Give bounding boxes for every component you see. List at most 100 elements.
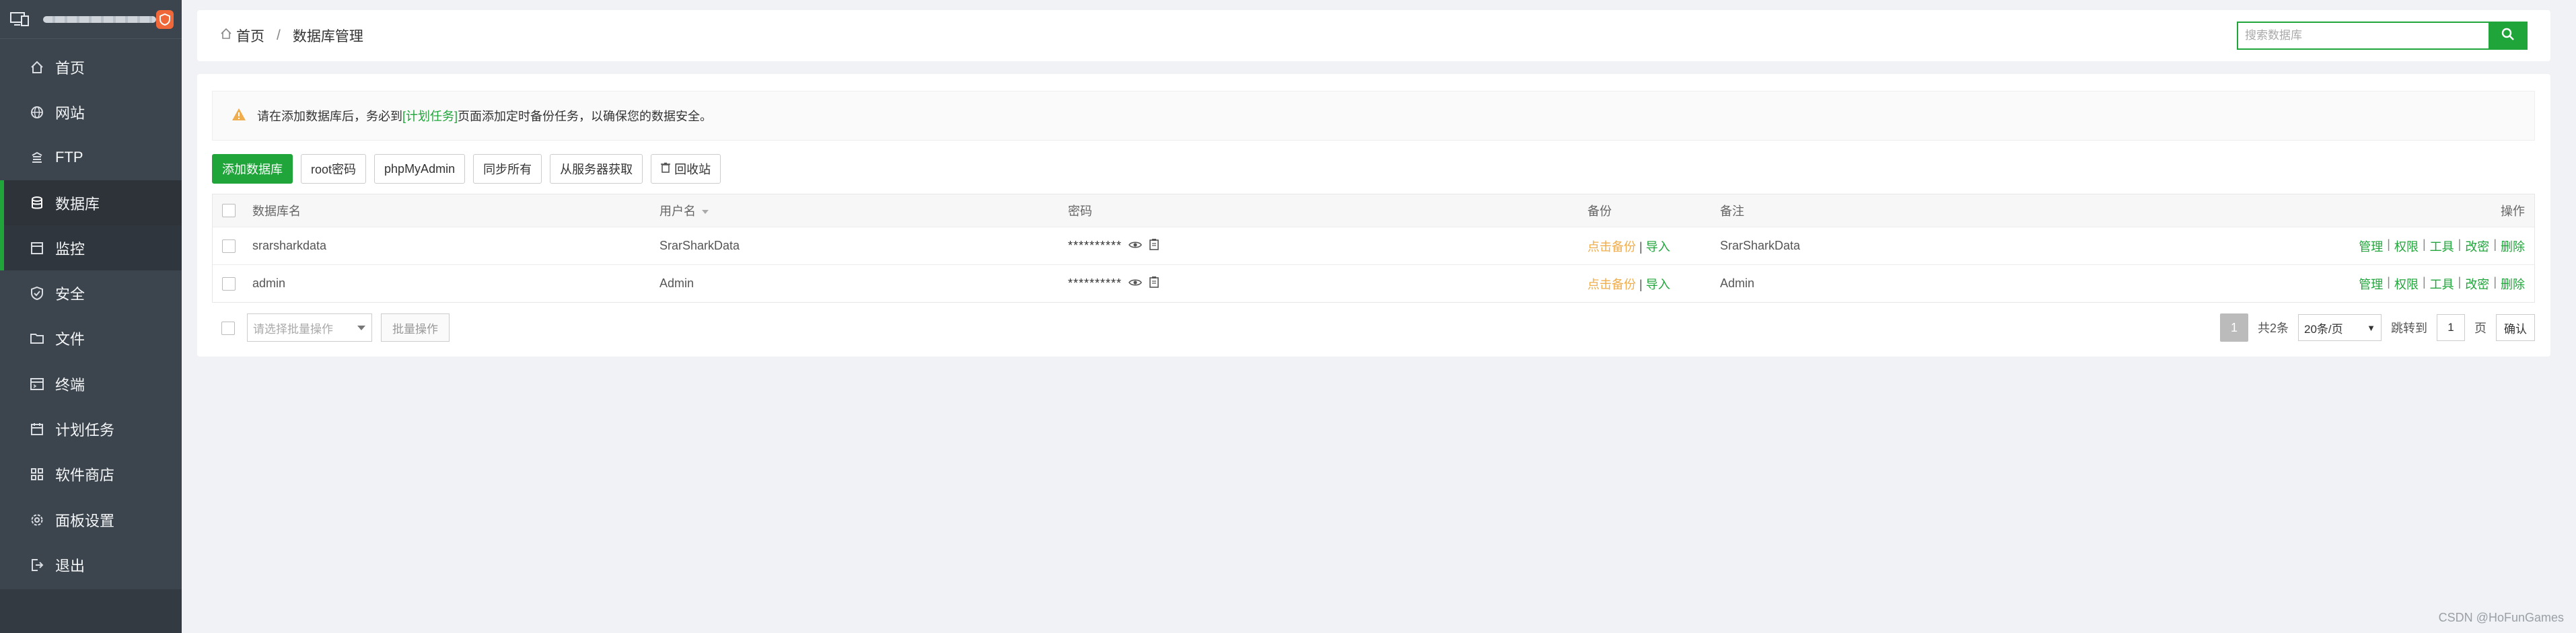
batch-operation-button[interactable]: 批量操作 [381, 313, 450, 342]
eye-icon[interactable] [1129, 239, 1142, 253]
brand-bar [0, 0, 182, 39]
column-header-user-label: 用户名 [659, 204, 696, 218]
sidebar-item-website[interactable]: 网站 [0, 89, 182, 135]
watermark: CSDN @HoFunGames [2438, 611, 2564, 624]
permission-link[interactable]: 权限 [2394, 237, 2419, 255]
password-mask: ********** [1068, 276, 1122, 290]
sync-all-button[interactable]: 同步所有 [473, 154, 542, 184]
ops-separator: | [2422, 237, 2426, 251]
server-icon [8, 7, 31, 32]
home-icon [220, 28, 232, 44]
page-number-current[interactable]: 1 [2219, 313, 2248, 342]
sidebar-item-home[interactable]: 首页 [0, 44, 182, 89]
tools-link[interactable]: 工具 [2430, 237, 2454, 255]
sidebar-item-label: 文件 [55, 331, 85, 348]
database-icon [28, 194, 46, 212]
sidebar-item-security[interactable]: 安全 [0, 270, 182, 315]
row-checkbox[interactable] [222, 276, 236, 291]
notice-cron-link[interactable]: [计划任务] [402, 107, 458, 124]
change-password-link[interactable]: 改密 [2465, 275, 2489, 293]
sidebar-item-label: 数据库 [55, 195, 100, 213]
main-panel: 请在添加数据库后，务必到 [计划任务] 页面添加定时备份任务，以确保您的数据安全… [197, 74, 2550, 357]
sidebar-item-label: 网站 [55, 104, 85, 122]
copy-icon[interactable] [1149, 276, 1159, 291]
globe-icon [28, 104, 46, 121]
password-mask: ********** [1068, 239, 1122, 252]
permission-link[interactable]: 权限 [2394, 275, 2419, 293]
add-database-button[interactable]: 添加数据库 [212, 154, 293, 184]
page-unit: 页 [2474, 322, 2486, 335]
db-note[interactable]: SrarSharkData [1720, 239, 1800, 253]
sidebar-item-database[interactable]: 数据库 [0, 180, 182, 226]
db-note[interactable]: Admin [1720, 276, 1754, 291]
sidebar-item-monitor[interactable]: 监控 [0, 225, 182, 271]
ops-separator: | [2387, 237, 2390, 251]
calendar-icon [28, 420, 46, 438]
notice-text-after: 页面添加定时备份任务，以确保您的数据安全。 [458, 110, 713, 123]
delete-link[interactable]: 删除 [2501, 275, 2525, 293]
backup-cell: 点击备份 | 导入 [1587, 237, 1670, 255]
select-all-checkbox[interactable] [222, 204, 236, 217]
sidebar-item-ftp[interactable]: FTP [0, 135, 182, 180]
import-link[interactable]: 导入 [1646, 240, 1670, 254]
terminal-icon [28, 375, 46, 393]
sidebar-item-files[interactable]: 文件 [0, 316, 182, 361]
phpmyadmin-button[interactable]: phpMyAdmin [374, 154, 466, 184]
shield-icon[interactable] [155, 9, 174, 29]
sidebar-item-terminal[interactable]: 终端 [0, 361, 182, 406]
sidebar-item-store[interactable]: 软件商店 [0, 452, 182, 497]
sidebar-item-label: 计划任务 [55, 422, 115, 439]
breadcrumb-home[interactable]: 首页 [236, 26, 264, 46]
db-name: srarsharkdata [252, 239, 327, 252]
root-password-button[interactable]: root密码 [301, 154, 367, 184]
click-backup-link[interactable]: 点击备份 [1587, 278, 1636, 291]
ops-separator: | [2387, 274, 2390, 289]
breadcrumb-separator: / [277, 28, 281, 43]
column-header-user[interactable]: 用户名 [659, 202, 709, 219]
ops-separator: | [2458, 237, 2462, 251]
delete-link[interactable]: 删除 [2501, 237, 2525, 255]
sidebar-item-logout[interactable]: 退出 [0, 542, 182, 587]
batch-operation-select[interactable]: 请选择批量操作 [247, 313, 372, 342]
db-password: ********** [1068, 238, 1159, 254]
logout-icon [28, 556, 46, 574]
db-user: SrarSharkData [659, 239, 740, 252]
column-header-ops: 操作 [2501, 204, 2525, 218]
sidebar-item-label: 终端 [55, 376, 85, 394]
row-actions: 管理 | 权限 | 工具 | 改密 | 删除 [2359, 237, 2525, 255]
trash-icon [661, 162, 671, 176]
page-size-select[interactable]: 20条/页 ▼ [2298, 314, 2382, 341]
sidebar-item-label: 安全 [55, 286, 85, 303]
warning-icon [231, 108, 246, 124]
column-header-note: 备注 [1720, 204, 1744, 218]
click-backup-link[interactable]: 点击备份 [1587, 240, 1636, 254]
jump-page-input[interactable]: 1 [2437, 314, 2465, 341]
search-input[interactable] [2237, 22, 2489, 50]
footer-select-all-checkbox[interactable] [221, 322, 235, 335]
fetch-from-server-button[interactable]: 从服务器获取 [550, 154, 643, 184]
sidebar-item-settings[interactable]: 面板设置 [0, 497, 182, 542]
copy-icon[interactable] [1149, 238, 1159, 254]
ops-separator: | [2422, 274, 2426, 289]
backup-cell: 点击备份 | 导入 [1587, 275, 1670, 293]
tools-link[interactable]: 工具 [2430, 275, 2454, 293]
breadcrumb: 首页 / 数据库管理 [220, 26, 363, 46]
sidebar-item-cron[interactable]: 计划任务 [0, 406, 182, 451]
search-button[interactable] [2489, 22, 2528, 50]
manage-link[interactable]: 管理 [2359, 275, 2383, 293]
column-header-password: 密码 [1068, 204, 1092, 218]
sidebar-footer [0, 589, 182, 633]
change-password-link[interactable]: 改密 [2465, 237, 2489, 255]
grid-icon [28, 466, 46, 483]
column-header-name: 数据库名 [252, 204, 301, 218]
confirm-jump-button[interactable]: 确认 [2496, 314, 2535, 341]
recycle-bin-button[interactable]: 回收站 [651, 154, 721, 184]
manage-link[interactable]: 管理 [2359, 237, 2383, 255]
db-user: Admin [659, 276, 694, 290]
eye-icon[interactable] [1129, 276, 1142, 291]
shield-check-icon [28, 285, 46, 302]
db-password: ********** [1068, 276, 1159, 291]
import-link[interactable]: 导入 [1646, 278, 1670, 291]
row-checkbox[interactable] [222, 239, 236, 253]
database-table: 数据库名 用户名 密码 备份 备注 操作 srarsharkdata SrarS… [212, 194, 2535, 303]
